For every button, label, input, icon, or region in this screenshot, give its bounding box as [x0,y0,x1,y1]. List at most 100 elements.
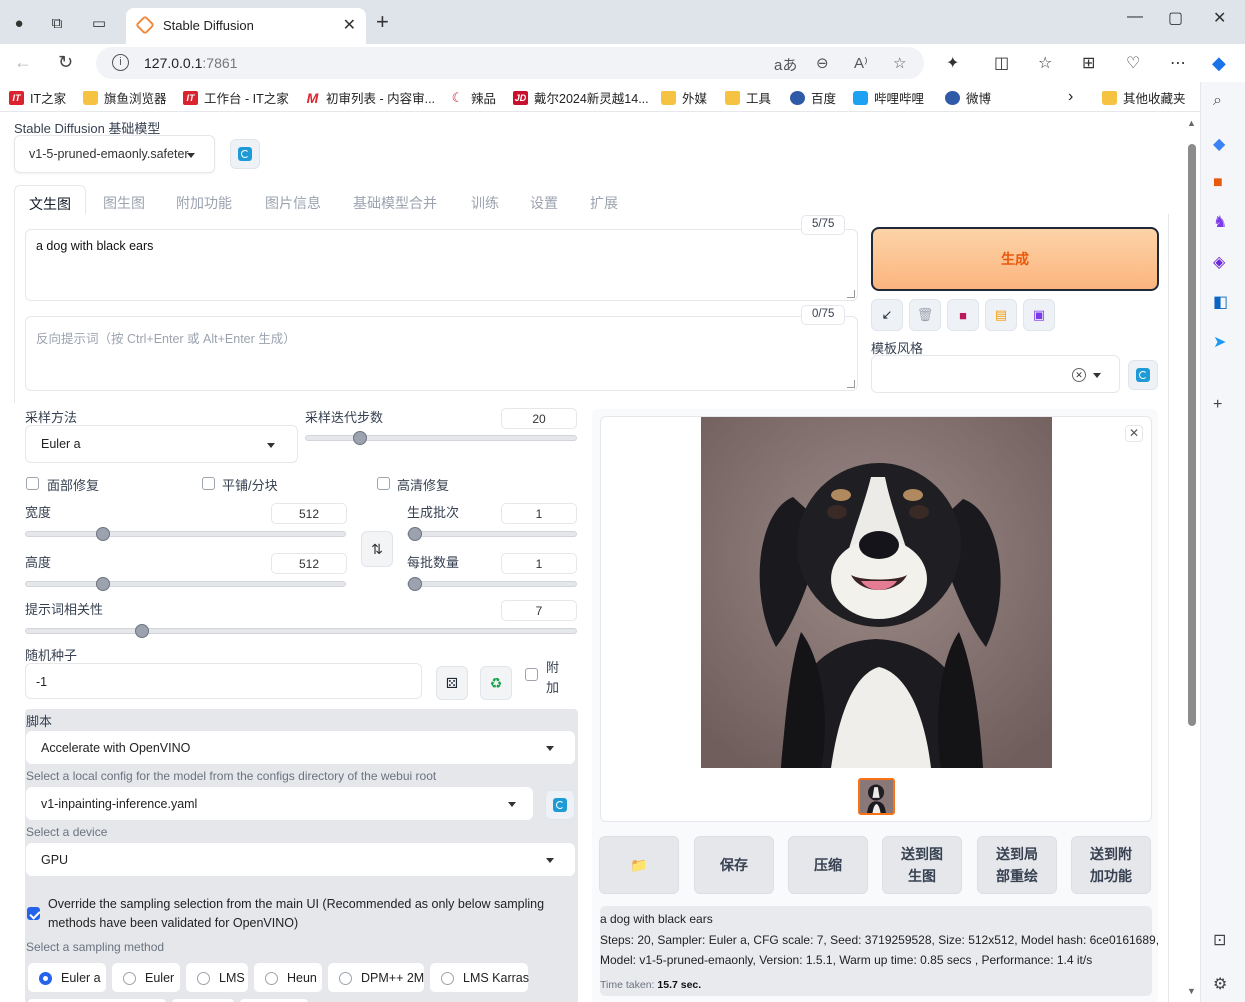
page-scrollbar[interactable]: ▲ ▼ [1186,118,1198,998]
clear-icon[interactable]: ✕ [1072,368,1086,382]
tab-txt2img[interactable]: 文生图 [14,185,86,216]
tab-png-info[interactable]: 图片信息 [265,193,321,213]
sampling-radio-lms-karras[interactable]: LMS Karras [429,962,529,993]
scroll-up-icon[interactable]: ▲ [1187,118,1196,128]
send-to-extras-button[interactable]: 送到附 加功能 [1071,836,1151,894]
batch-count-slider[interactable] [407,527,577,541]
extra-networks-button[interactable]: ■ [947,299,979,331]
config-refresh-button[interactable] [545,790,575,820]
search-icon[interactable]: ⌕ [1213,92,1222,110]
scroll-down-icon[interactable]: ▼ [1187,986,1196,996]
checkpoint-refresh-button[interactable] [230,139,260,169]
sidebar-settings-gear-icon[interactable]: ⚙ [1213,974,1227,994]
close-tab-icon[interactable]: ✕ [343,15,356,35]
shopping-tag-icon[interactable]: ◆ [1213,134,1225,154]
copilot-side-icon[interactable]: ◈ [1213,252,1225,272]
tab-checkpoint-merger[interactable]: 基础模型合并 [353,193,437,213]
clear-prompt-button[interactable]: 🗑 [909,299,941,331]
override-sampling-checkbox[interactable] [27,907,40,920]
address-bar[interactable]: i 127.0.0.1:7861 aあ ⊖ A⁾ ☆ [96,47,924,79]
sampling-radio-euler[interactable]: Euler [111,962,181,993]
sampling-radio-dpm2m[interactable]: DPM++ 2M [327,962,425,993]
slider-knob[interactable] [95,577,110,591]
send-to-img2img-button[interactable]: 送到图 生图 [882,836,962,894]
sampling-radio-lms[interactable]: LMS [185,962,249,993]
outlook-icon[interactable]: ◧ [1213,292,1228,312]
tab-actions-icon[interactable]: ▭ [88,12,110,34]
seed-input[interactable]: -1 [25,663,422,699]
bookmark-item[interactable]: 百度 [790,88,836,107]
copilot-icon[interactable]: ◆ [1212,53,1226,74]
steps-slider[interactable] [305,431,577,445]
bookmark-item[interactable]: IT IT之家 [9,88,66,107]
bookmark-item[interactable]: 微博 [945,88,991,107]
extra-seed-checkbox[interactable] [525,668,538,681]
style-refresh-button[interactable] [1128,360,1158,390]
games-icon[interactable]: ♞ [1213,212,1227,232]
new-tab-icon[interactable]: + [376,11,389,33]
height-input[interactable]: 512 [271,553,347,574]
height-slider[interactable] [25,577,346,591]
bookmark-item[interactable]: 哔哩哔哩 [853,88,924,107]
sampling-radio-more[interactable] [171,998,235,1002]
width-input[interactable]: 512 [271,503,347,524]
tab-extensions[interactable]: 扩展 [590,193,618,213]
hires-fix-checkbox[interactable] [377,477,390,490]
extensions-icon[interactable]: ✦ [946,53,959,73]
cfg-scale-input[interactable]: 7 [501,600,577,621]
save-style-button[interactable]: ▣ [1023,299,1055,331]
apply-style-button[interactable]: ▤ [985,299,1017,331]
add-sidebar-icon[interactable]: + [1213,396,1222,414]
sampling-radio-more[interactable] [239,998,309,1002]
collections-icon[interactable]: ⊞ [1082,53,1095,73]
tab-extras[interactable]: 附加功能 [176,193,232,213]
send-to-inpaint-button[interactable]: 送到局 部重绘 [977,836,1057,894]
resize-handle-icon[interactable] [847,380,855,388]
bookmark-item[interactable]: JD 戴尔2024新灵越14... [513,88,649,107]
slider-knob[interactable] [353,431,367,445]
bookmark-item[interactable]: ☾ 辣品 [450,88,496,107]
reuse-seed-button[interactable]: ♻ [480,666,512,700]
profile-icon[interactable]: ● [8,12,30,34]
style-select[interactable]: ✕ [871,355,1120,393]
script-select[interactable]: Accelerate with OpenVINO [26,731,575,764]
prompt-input[interactable]: a dog with black ears [25,229,858,301]
tools-icon[interactable]: ■ [1213,174,1223,192]
slider-knob[interactable] [408,577,422,591]
generated-dog-image[interactable] [701,417,1052,768]
bookmarks-overflow-icon[interactable]: › [1068,88,1073,106]
resize-handle-icon[interactable] [847,290,855,298]
workspaces-icon[interactable]: ⧉ [46,12,68,34]
bookmark-item[interactable]: 旗鱼浏览器 [83,88,167,107]
scrollbar-thumb[interactable] [1188,144,1196,726]
negative-prompt-input[interactable]: 反向提示词（按 Ctrl+Enter 或 Alt+Enter 生成） [25,316,858,391]
cfg-scale-slider[interactable] [25,624,577,638]
zoom-out-icon[interactable]: ⊖ [816,54,829,72]
split-screen-icon[interactable]: ◫ [994,53,1009,73]
site-info-icon[interactable]: i [112,54,129,71]
swap-dimensions-button[interactable]: ⇅ [361,531,393,567]
bookmark-item[interactable]: 工具 [725,88,771,107]
refresh-icon[interactable]: ↻ [58,52,73,73]
slider-knob[interactable] [408,527,422,541]
screenshot-icon[interactable]: ⊡ [1213,930,1226,950]
sampler-select[interactable]: Euler a [25,425,298,463]
browser-tab-active[interactable]: Stable Diffusion ✕ [126,8,366,44]
batch-size-input[interactable]: 1 [501,553,577,574]
batch-count-input[interactable]: 1 [501,503,577,524]
sampling-radio-euler-a[interactable]: Euler a [27,962,107,993]
bookmark-item[interactable]: IT 工作台 - IT之家 [183,88,289,107]
bookmark-item[interactable]: M 初审列表 - 内容审... [305,88,435,107]
settings-more-icon[interactable]: ⋯ [1170,53,1186,73]
back-arrow-icon[interactable]: ← [14,52,32,73]
tab-img2img[interactable]: 图生图 [103,193,145,213]
minimize-icon[interactable]: — [1127,8,1143,26]
gallery-thumbnail[interactable] [858,778,895,815]
read-params-button[interactable]: ↙ [871,299,903,331]
sampling-radio-heun[interactable]: Heun [253,962,323,993]
translate-icon[interactable]: aあ [774,54,797,75]
read-aloud-icon[interactable]: A⁾ [854,54,868,72]
window-close-icon[interactable]: ✕ [1213,8,1226,28]
open-folder-button[interactable]: 📁 [599,836,679,894]
bookmark-item[interactable]: 外媒 [661,88,707,107]
